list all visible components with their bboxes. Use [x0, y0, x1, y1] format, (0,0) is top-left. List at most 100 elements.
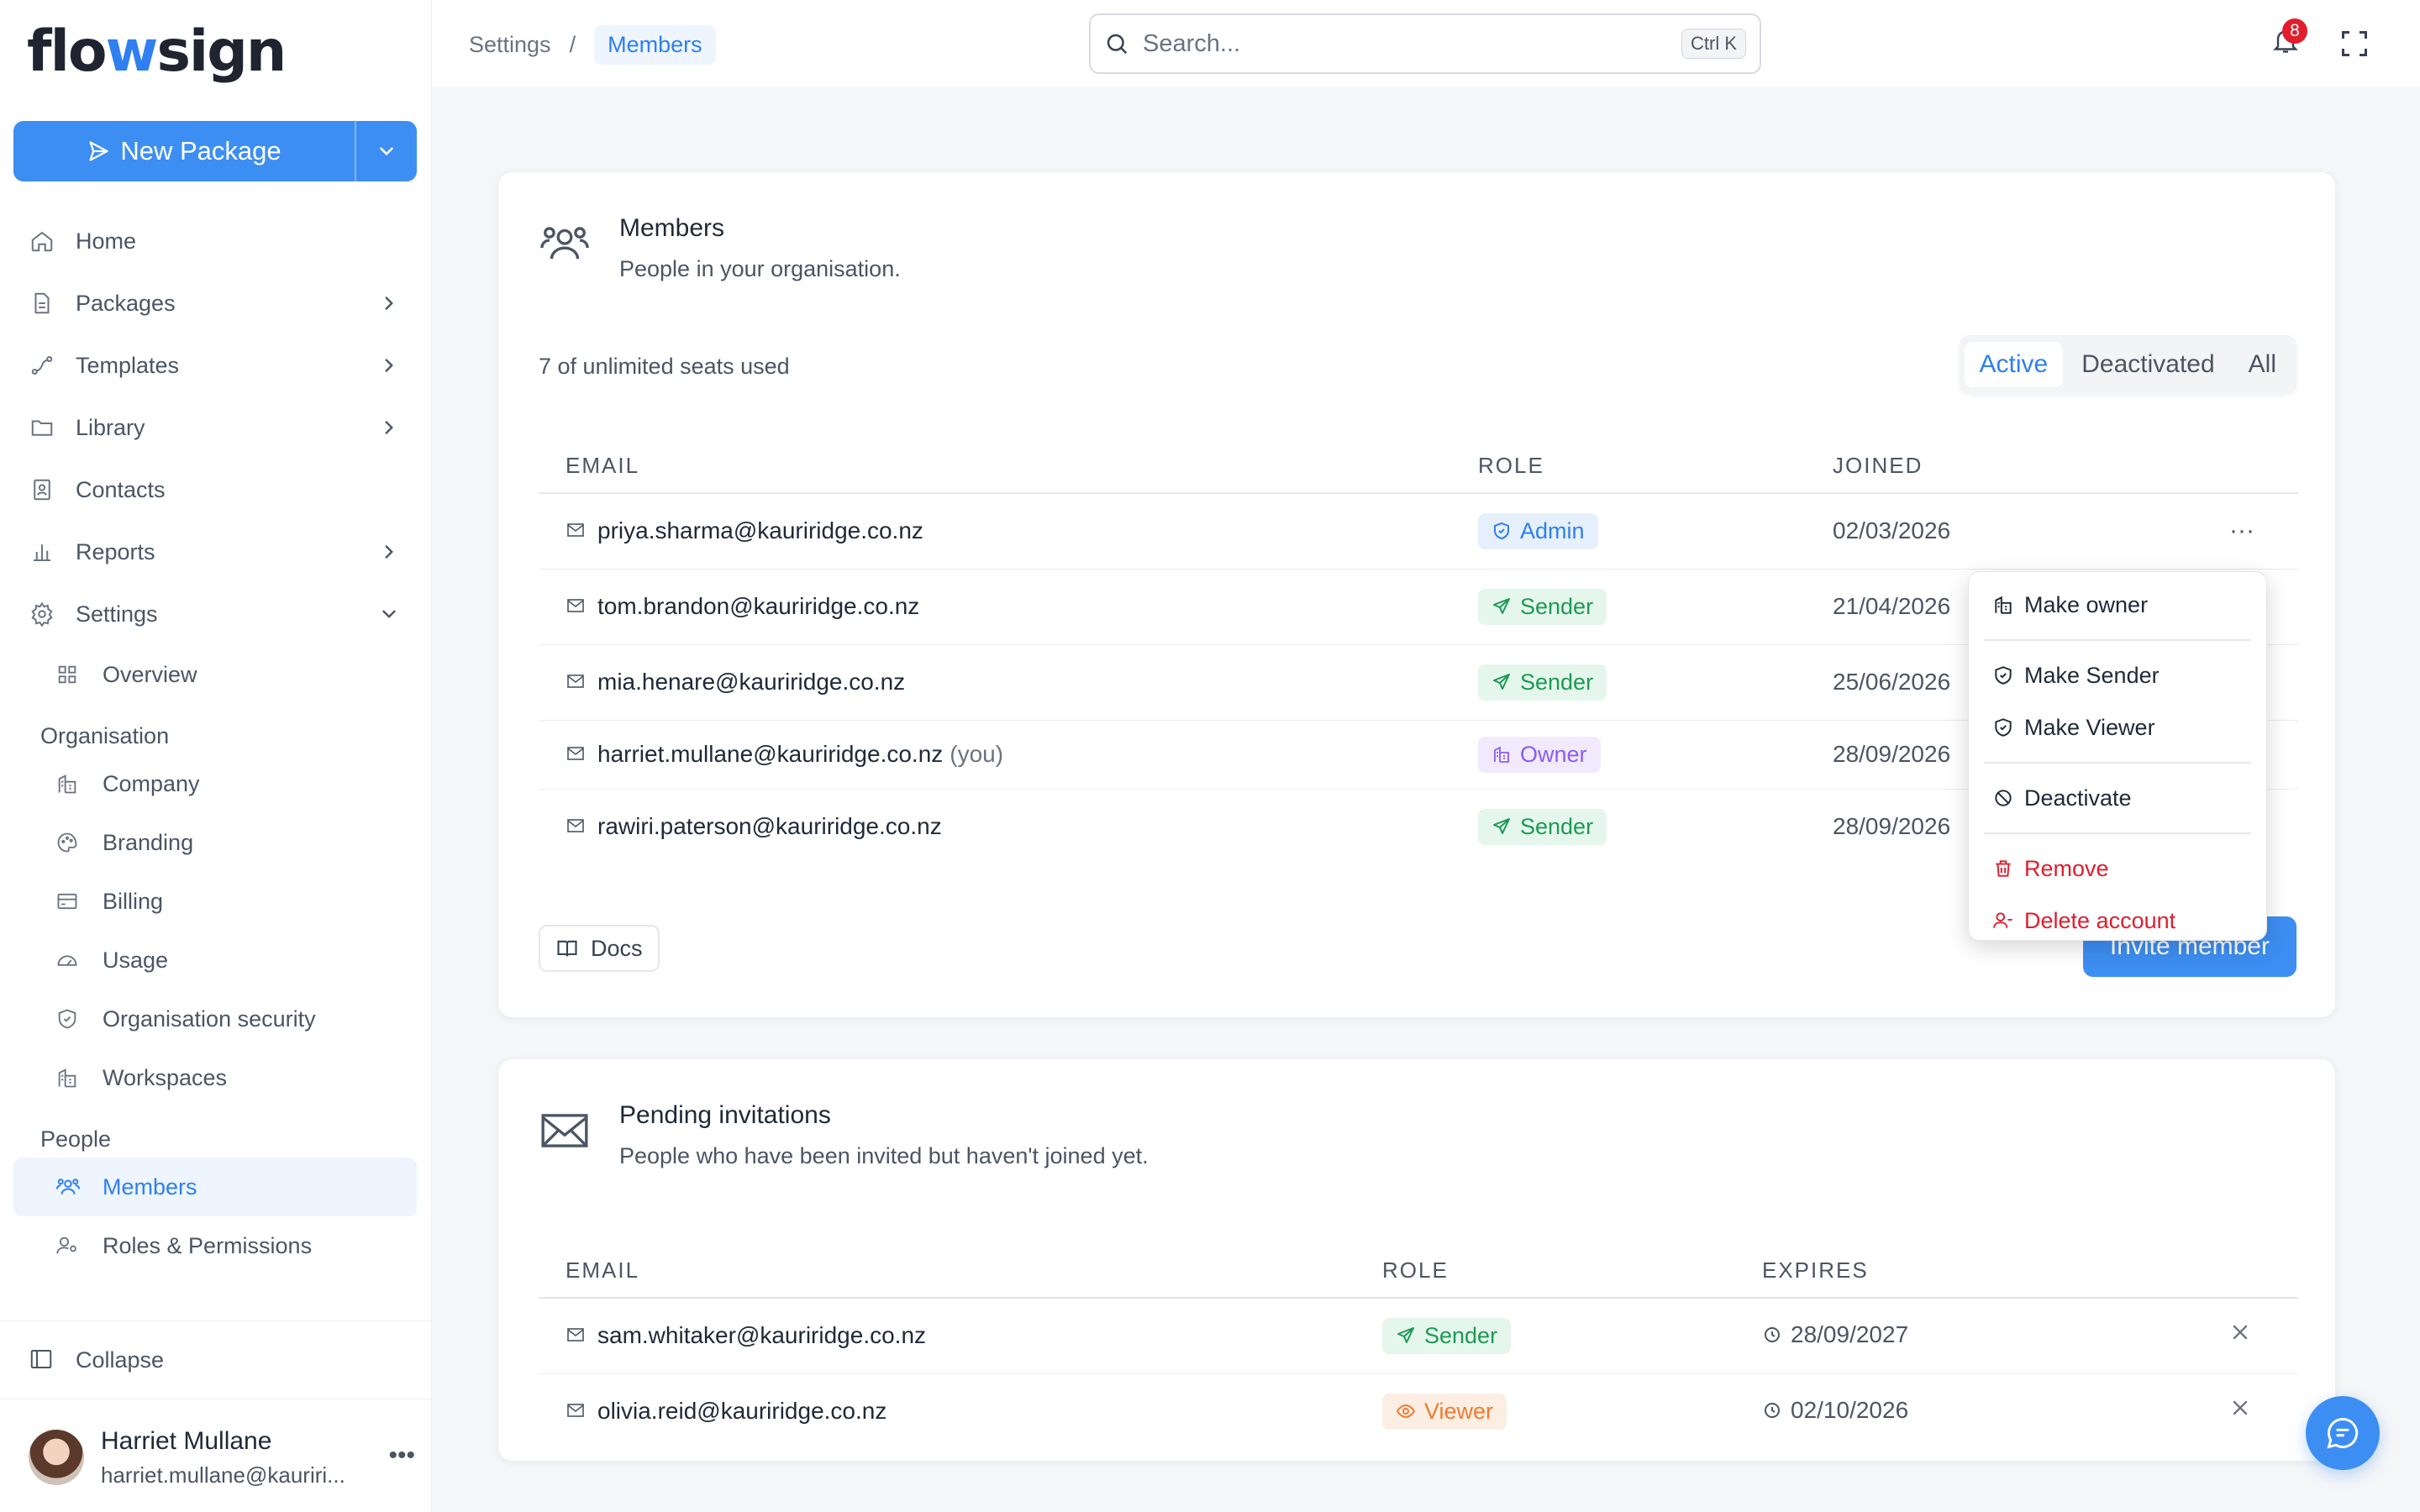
palette-icon	[55, 829, 82, 856]
user-name: Harriet Mullane	[101, 1426, 272, 1455]
sidebar-item-members[interactable]: Members	[13, 1158, 417, 1216]
sidebar-item-label: Branding	[103, 829, 194, 855]
docs-button[interactable]: Docs	[539, 925, 660, 972]
user-profile[interactable]: Harriet Mullane harriet.mullane@kauriri.…	[29, 1420, 415, 1495]
sidebar-item-templates[interactable]: Templates	[13, 334, 417, 396]
breadcrumb-settings[interactable]: Settings	[469, 32, 551, 58]
logo[interactable]: flowsign	[27, 18, 287, 85]
bar-chart-icon	[29, 538, 55, 565]
more-horizontal-icon[interactable]: •••	[388, 1441, 415, 1470]
sidebar-item-label: Reports	[76, 538, 155, 564]
you-marker: (you)	[950, 741, 1004, 767]
table-header-row: EMAIL ROLE JOINED	[539, 439, 2298, 494]
menu-item-deactivate[interactable]: Deactivate	[1977, 772, 2258, 824]
mail-icon	[566, 520, 587, 542]
role-label: Sender	[1520, 593, 1594, 619]
send-icon	[1491, 816, 1512, 837]
gear-icon	[29, 601, 55, 627]
book-icon	[555, 937, 579, 960]
filter-all[interactable]: All	[2233, 342, 2291, 387]
column-header-role[interactable]: ROLE	[1382, 1244, 1762, 1299]
column-header-actions	[2182, 1244, 2298, 1299]
document-icon	[29, 290, 55, 317]
row-actions-button[interactable]: ···	[2186, 493, 2298, 570]
sidebar-item-organisation-security[interactable]: Organisation security	[13, 990, 417, 1048]
user-info: Harriet Mullane harriet.mullane@kauriri.…	[101, 1427, 345, 1488]
role-cell: Owner	[1478, 720, 1833, 790]
sidebar-item-branding[interactable]: Branding	[13, 813, 417, 872]
menu-item-make-viewer[interactable]: Make Viewer	[1977, 701, 2258, 753]
users-icon	[539, 218, 592, 271]
menu-item-make-sender[interactable]: Make Sender	[1977, 649, 2258, 701]
chevron-right-icon	[378, 541, 400, 563]
sidebar-item-company[interactable]: Company	[13, 754, 417, 813]
menu-item-delete-account[interactable]: Delete account	[1977, 895, 2258, 947]
filter-active[interactable]: Active	[1964, 342, 2064, 387]
new-package-button[interactable]: New Package	[13, 121, 356, 181]
fullscreen-icon[interactable]	[2339, 29, 2370, 59]
menu-item-make-owner[interactable]: Make owner	[1977, 579, 2258, 631]
sidebar-item-workspaces[interactable]: Workspaces	[13, 1048, 417, 1107]
sidebar-item-overview[interactable]: Overview	[13, 645, 417, 704]
revoke-invite-button[interactable]	[2182, 1298, 2298, 1374]
shield-check-icon	[1992, 664, 2014, 686]
building-icon	[1491, 744, 1512, 764]
column-header-actions	[2186, 439, 2298, 494]
menu-item-label: Make Viewer	[2024, 714, 2155, 740]
chevron-right-icon	[378, 354, 400, 376]
mail-icon	[566, 816, 587, 837]
send-icon	[1491, 596, 1512, 617]
column-header-email[interactable]: EMAIL	[539, 439, 1478, 494]
sidebar-item-packages[interactable]: Packages	[13, 272, 417, 334]
sidebar-item-label: Home	[76, 228, 137, 254]
sidebar-item-usage[interactable]: Usage	[13, 931, 417, 990]
grid-icon	[55, 661, 82, 688]
member-email: rawiri.paterson@kauriridge.co.nz	[597, 813, 942, 840]
column-header-email[interactable]: EMAIL	[539, 1244, 1382, 1299]
sidebar-item-reports[interactable]: Reports	[13, 521, 417, 583]
clock-icon	[1762, 1400, 1782, 1420]
role-label: Sender	[1520, 813, 1594, 839]
invite-email: olivia.reid@kauriridge.co.nz	[597, 1398, 887, 1425]
chat-bubble-icon	[2324, 1415, 2361, 1452]
sidebar-item-billing[interactable]: Billing	[13, 872, 417, 931]
seats-usage: 7 of unlimited seats used	[539, 354, 790, 379]
role-cell: Sender	[1382, 1298, 1762, 1374]
filter-deactivated[interactable]: Deactivated	[2066, 342, 2229, 387]
topbar: Settings / Members Ctrl K 8	[432, 0, 2420, 87]
user-email: harriet.mullane@kauriri...	[101, 1462, 345, 1488]
menu-item-label: Make Sender	[2024, 662, 2160, 688]
role-label: Viewer	[1424, 1398, 1494, 1424]
search-input[interactable]	[1143, 29, 1681, 58]
sidebar-item-roles-permissions[interactable]: Roles & Permissions	[13, 1216, 417, 1275]
chat-button[interactable]	[2306, 1396, 2380, 1470]
role-label: Sender	[1424, 1322, 1498, 1348]
sidebar-item-label: Organisation security	[103, 1005, 316, 1032]
user-key-icon	[55, 1232, 82, 1259]
sidebar-item-home[interactable]: Home	[13, 210, 417, 272]
buildings-icon	[55, 1064, 82, 1091]
column-header-joined[interactable]: JOINED	[1833, 439, 2186, 494]
column-header-role[interactable]: ROLE	[1478, 439, 1833, 494]
new-package-dropdown-button[interactable]	[356, 121, 417, 181]
table-row: olivia.reid@kauriridge.co.nz Viewer 02/1…	[539, 1373, 2298, 1449]
collapse-button[interactable]: Collapse	[0, 1320, 432, 1399]
column-header-expires[interactable]: EXPIRES	[1762, 1244, 2182, 1299]
users-icon	[55, 1173, 82, 1200]
card-title: Pending invitations	[619, 1101, 831, 1129]
shield-check-icon	[1491, 521, 1512, 541]
role-badge-sender: Sender	[1478, 664, 1607, 701]
mail-icon	[566, 671, 587, 693]
sidebar-item-library[interactable]: Library	[13, 396, 417, 459]
row-actions-menu: Make owner Make Sender Make Viewer Deact…	[1968, 571, 2267, 941]
revoke-invite-button[interactable]	[2182, 1373, 2298, 1449]
sidebar-item-contacts[interactable]: Contacts	[13, 459, 417, 521]
building-icon	[1992, 594, 2014, 616]
expires-cell: 02/10/2026	[1762, 1373, 2182, 1449]
joined-cell: 02/03/2026	[1833, 493, 2186, 570]
sidebar-nav: Home Packages Templates Library Contacts	[13, 210, 417, 1275]
trash-icon	[1992, 858, 2014, 879]
sidebar-item-settings[interactable]: Settings	[13, 583, 417, 645]
sidebar-item-label: Templates	[76, 352, 180, 378]
menu-item-remove[interactable]: Remove	[1977, 843, 2258, 895]
